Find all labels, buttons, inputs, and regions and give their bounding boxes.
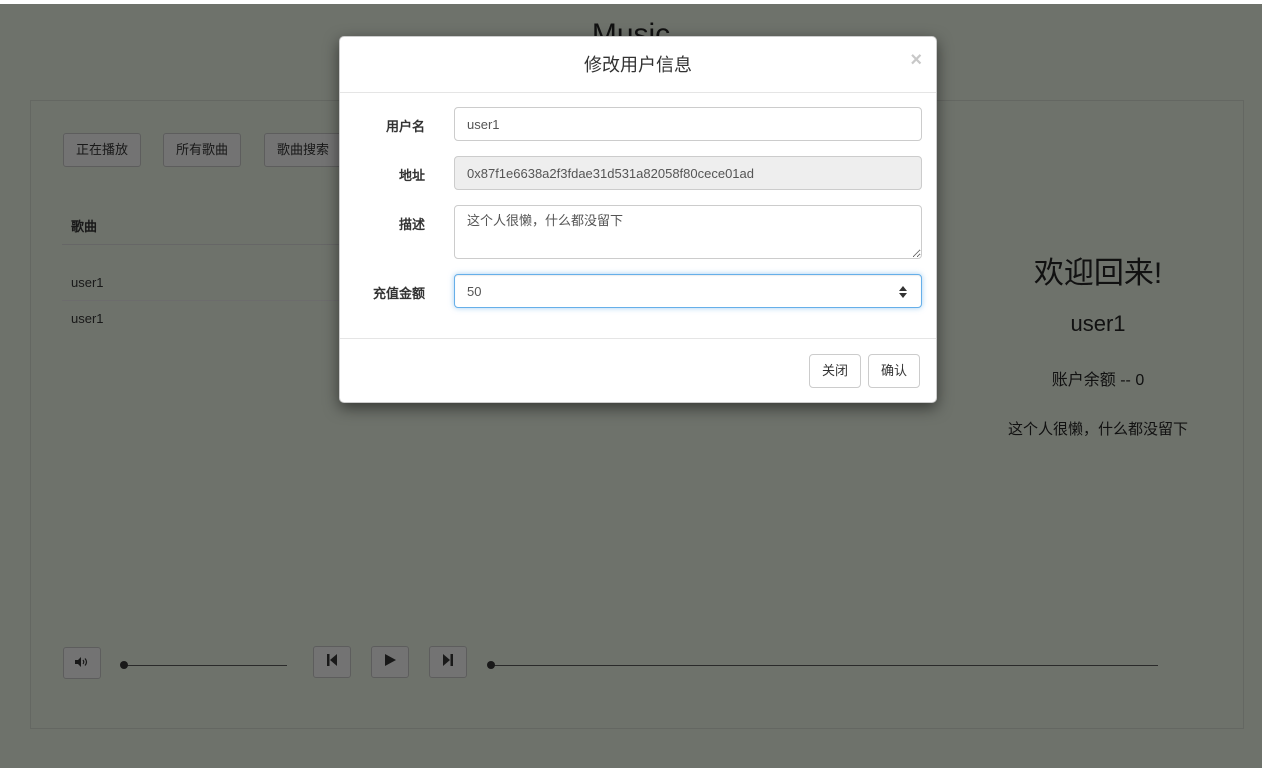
modal-footer-divider (340, 338, 936, 339)
recharge-amount-label: 充值金额 (372, 286, 425, 301)
close-icon[interactable]: × (910, 49, 922, 72)
edit-user-modal: 修改用户信息 × 用户名 地址 描述 这个人很懒，什么都没留下 充值金额 关闭 … (339, 36, 937, 403)
username-input[interactable] (454, 107, 922, 141)
address-field (454, 156, 922, 190)
recharge-amount-input[interactable] (454, 274, 922, 308)
description-label: 描述 (398, 217, 425, 232)
description-textarea[interactable]: 这个人很懒，什么都没留下 (454, 205, 922, 259)
modal-header: 修改用户信息 × (340, 37, 936, 93)
address-label: 地址 (398, 168, 425, 183)
username-label: 用户名 (385, 119, 425, 134)
close-button[interactable]: 关闭 (809, 354, 862, 388)
number-spinner-icon[interactable] (897, 283, 909, 301)
confirm-button[interactable]: 确认 (868, 354, 921, 388)
modal-title: 修改用户信息 (584, 55, 692, 75)
